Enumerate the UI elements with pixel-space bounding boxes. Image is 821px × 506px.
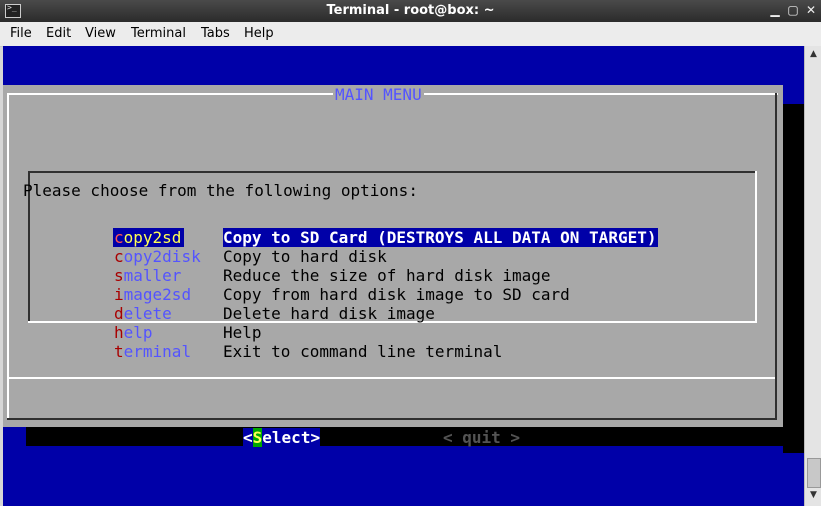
menu-item-hotkey: c bbox=[114, 228, 124, 247]
select-hotkey: S bbox=[252, 428, 263, 447]
menu-terminal[interactable]: Terminal bbox=[131, 26, 186, 41]
menu-item-tag-rest: erminal bbox=[123, 342, 192, 361]
menu-item-tag: smaller bbox=[113, 266, 214, 285]
menu-item-tag: copy2disk bbox=[113, 247, 214, 266]
scroll-up-arrow-icon[interactable]: ▲ bbox=[808, 49, 819, 61]
listbox-border bbox=[28, 171, 756, 173]
menu-prompt: Please choose from the following options… bbox=[23, 181, 418, 200]
menu-file[interactable]: File bbox=[10, 26, 32, 41]
menu-item-description: Copy to hard disk bbox=[223, 247, 387, 266]
menu-item-hotkey: i bbox=[114, 285, 124, 304]
menu-tabs[interactable]: Tabs bbox=[201, 26, 230, 41]
menu-edit[interactable]: Edit bbox=[46, 26, 71, 41]
menu-item-description: Reduce the size of hard disk image bbox=[223, 266, 551, 285]
dialog-shadow-bottom bbox=[26, 427, 804, 446]
main-menu-dialog: Please choose from the following options… bbox=[3, 85, 783, 447]
menu-item-hotkey: t bbox=[114, 342, 124, 361]
terminal-scrollbar[interactable]: ▲ ▼ bbox=[804, 46, 821, 506]
minimize-icon[interactable]: ▁ bbox=[768, 3, 782, 17]
select-button[interactable]: <Select> bbox=[243, 428, 321, 447]
select-open: < bbox=[243, 428, 253, 447]
select-close: > bbox=[310, 428, 321, 447]
menu-help[interactable]: Help bbox=[244, 26, 274, 41]
select-label: elect bbox=[262, 428, 311, 447]
dialog-border bbox=[7, 418, 777, 420]
window-title: Terminal - root@box: ~ bbox=[326, 3, 495, 18]
terminal-screen[interactable]: Please choose from the following options… bbox=[3, 46, 804, 506]
scrollbar-thumb[interactable] bbox=[807, 458, 821, 488]
menu-item-tag-rest: elete bbox=[123, 304, 172, 323]
menu-item-tag: delete bbox=[113, 304, 214, 323]
menu-item-description: Help bbox=[223, 323, 262, 342]
menu-item-hotkey: h bbox=[114, 323, 124, 342]
menu-item-tag-rest: mage2sd bbox=[123, 285, 192, 304]
menu-item-tag-rest: opy2sd bbox=[123, 228, 182, 247]
dialog-shadow-right bbox=[783, 104, 804, 453]
menu-item-tag: terminal bbox=[113, 342, 214, 361]
dialog-title: MAIN MENU bbox=[333, 85, 424, 104]
menu-item-tag: help bbox=[113, 323, 214, 342]
dialog-border bbox=[7, 93, 9, 420]
menu-item-tag-rest: elp bbox=[123, 323, 153, 342]
menu-item-tag: image2sd bbox=[113, 285, 214, 304]
menu-item-description: Delete hard disk image bbox=[223, 304, 435, 323]
dialog-separator bbox=[9, 377, 775, 379]
menu-item-hotkey: s bbox=[114, 266, 124, 285]
menu-item-tag-rest: opy2disk bbox=[123, 247, 201, 266]
menu-item-tag-rest: maller bbox=[123, 266, 182, 285]
menu-item-tag: copy2sd bbox=[113, 228, 184, 247]
scroll-down-arrow-icon[interactable]: ▼ bbox=[808, 490, 819, 502]
listbox-border bbox=[755, 171, 757, 323]
menu-item-hotkey: c bbox=[114, 247, 124, 266]
menu-item-description: Copy to SD Card (DESTROYS ALL DATA ON TA… bbox=[223, 228, 659, 247]
menu-item-description: Exit to command line terminal bbox=[223, 342, 503, 361]
quit-button[interactable]: < quit > bbox=[443, 428, 520, 447]
menu-view[interactable]: View bbox=[85, 26, 116, 41]
dialog-border bbox=[775, 93, 777, 420]
close-icon[interactable]: ✕ bbox=[804, 3, 818, 17]
menubar: File Edit View Terminal Tabs Help bbox=[0, 22, 821, 47]
maximize-icon[interactable]: ▢ bbox=[786, 3, 800, 17]
menu-item-description: Copy from hard disk image to SD card bbox=[223, 285, 570, 304]
window-titlebar[interactable]: Terminal - root@box: ~ ▁ ▢ ✕ bbox=[0, 0, 821, 22]
menu-item-hotkey: d bbox=[114, 304, 124, 323]
